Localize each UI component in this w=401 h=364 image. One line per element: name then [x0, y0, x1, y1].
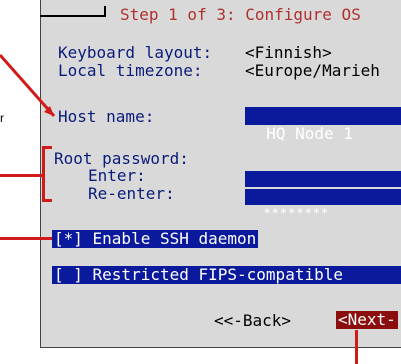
host-name-input[interactable]: HQ Node 1 — [245, 107, 401, 143]
callout-ssh-line — [0, 237, 52, 240]
host-name-value: HQ Node 1 — [266, 124, 353, 143]
timezone-value[interactable]: <Europe/Marieh — [245, 62, 380, 80]
password-enter-field[interactable]: ******** — [245, 171, 401, 202]
title-frame-left — [40, 15, 104, 17]
callout-bracket-top — [42, 146, 52, 149]
reenter-label: Re-enter: — [88, 184, 175, 203]
title-frame-tick — [104, 6, 106, 17]
fips-checkbox[interactable]: [ ] Restricted FIPS-compatible — [52, 266, 401, 284]
ssh-checkbox[interactable]: [*] Enable SSH daemon — [52, 230, 259, 248]
side-label-fragment: r — [0, 111, 4, 125]
timezone-label: Local timezone: — [58, 61, 203, 80]
window-title: Step 1 of 3: Configure OS — [120, 5, 361, 24]
keyboard-value[interactable]: <Finnish> — [245, 44, 332, 62]
enter-label: Enter: — [88, 166, 146, 185]
keyboard-label: Keyboard layout: — [58, 43, 213, 62]
callout-password-line — [0, 174, 45, 177]
password-reenter-field[interactable]: ******** — [245, 189, 401, 220]
callout-next-line — [355, 330, 358, 364]
back-button[interactable]: <<-Back> — [214, 312, 291, 330]
callout-bracket-bottom — [42, 199, 52, 202]
host-name-label: Host name: — [58, 107, 155, 126]
next-button[interactable]: <Next- — [336, 311, 398, 329]
password-reenter-value: ******** — [263, 206, 330, 220]
